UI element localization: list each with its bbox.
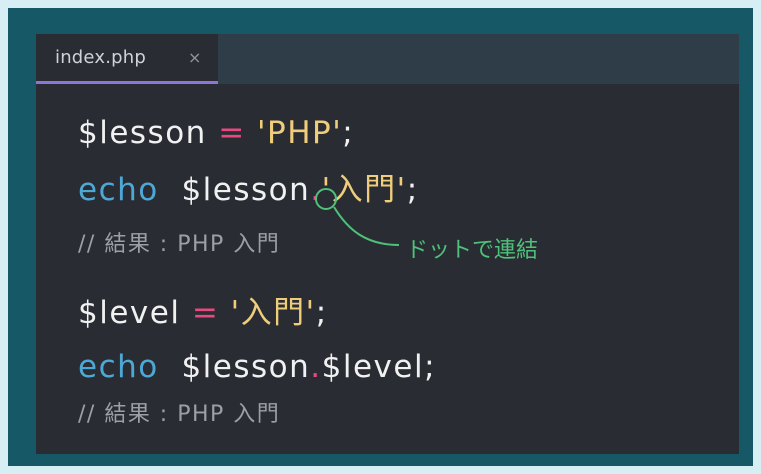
string-token: '入門': [230, 295, 316, 331]
variable-token: $lesson: [78, 115, 207, 151]
string-token: '入門': [321, 172, 407, 208]
code-editor: index.php × $lesson = 'PHP'; echo $lesso…: [36, 34, 739, 454]
operator-token: =: [191, 295, 220, 331]
comment-line-2: // 結果 : PHP 入門: [78, 402, 281, 427]
variable-token: $level: [321, 349, 425, 385]
code-line-1: $lesson = 'PHP';: [78, 113, 354, 153]
variable-token: $level: [78, 295, 181, 331]
comment-line-1: // 結果 : PHP 入門: [78, 232, 281, 257]
close-icon[interactable]: ×: [188, 48, 201, 67]
tab-label: index.php: [55, 47, 147, 68]
variable-token: $lesson: [181, 349, 311, 385]
variable-token: $lesson: [181, 172, 311, 208]
tab-index-php[interactable]: index.php ×: [36, 34, 218, 84]
semicolon-token: ;: [424, 349, 437, 385]
outer-frame: index.php × $lesson = 'PHP'; echo $lesso…: [8, 8, 753, 466]
semicolon-token: ;: [342, 115, 355, 151]
concat-operator-token: .: [310, 172, 322, 208]
keyword-token: echo: [78, 172, 159, 208]
operator-token: =: [218, 115, 246, 151]
semicolon-token: ;: [406, 172, 419, 208]
code-line-5: echo $lesson.$level;: [78, 347, 436, 387]
callout-leader-line: [333, 206, 400, 246]
code-line-2: echo $lesson.'入門';: [78, 170, 419, 210]
string-token: 'PHP': [257, 115, 343, 151]
concat-operator-token: .: [310, 349, 322, 385]
annotation-note: ドットで連結: [406, 238, 539, 263]
keyword-token: echo: [78, 349, 159, 385]
code-line-4: $level = '入門';: [78, 293, 328, 333]
tab-bar: index.php ×: [36, 34, 739, 84]
semicolon-token: ;: [315, 295, 328, 331]
